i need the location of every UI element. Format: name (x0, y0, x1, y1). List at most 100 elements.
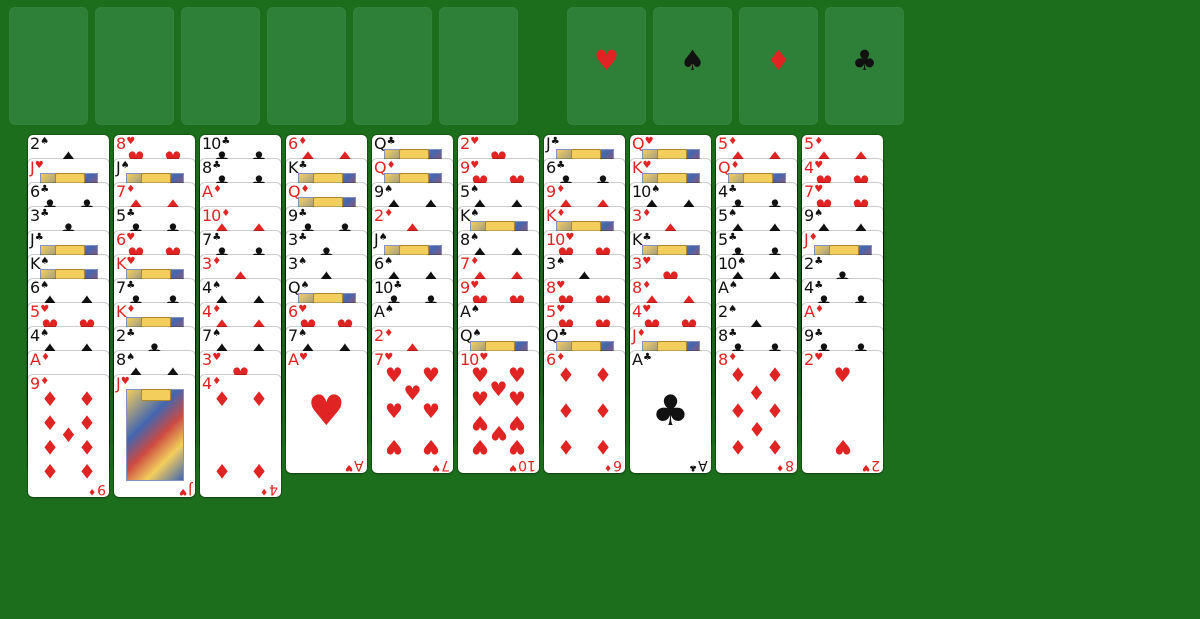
card-a-of-clubs[interactable]: A ♣ ♣ A ♣ (630, 351, 711, 473)
heart-pip-icon: ♥ (833, 435, 852, 459)
heart-pip-icon: ♥ (307, 386, 346, 435)
card-7-of-hearts[interactable]: 7 ♥ ♥ ♥ ♥ ♥ ♥ ♥ ♥ 7 ♥ (372, 351, 453, 473)
heart-pip-icon: ♥ (385, 399, 403, 423)
diamond-pip-icon: ♦ (747, 381, 766, 405)
diamond-pip-icon: ♦ (594, 363, 612, 387)
heart-icon: ♥ (593, 44, 620, 77)
heart-icon: ♥ (178, 486, 187, 496)
free-cell-2[interactable] (95, 7, 174, 125)
heart-pip-icon: ♥ (471, 435, 489, 459)
diamond-pip-icon: ♦ (557, 363, 575, 387)
foundation-2[interactable]: ♠ (653, 7, 732, 125)
diamond-icon: ♦ (604, 462, 613, 472)
card-index-bottom: 6 ♦ (604, 457, 622, 473)
card-pips: ♥♥ (802, 351, 883, 473)
card-index-bottom: 4 ♦ (260, 481, 278, 497)
card-4-of-diamonds[interactable]: 4 ♦ ♦ ♦ ♦ ♦ 4 ♦ (200, 375, 281, 497)
heart-pip-icon: ♥ (403, 381, 422, 405)
club-icon: ♣ (689, 462, 698, 472)
card-index-bottom: 2 ♥ (862, 457, 880, 473)
foundation-3[interactable]: ♦ (739, 7, 818, 125)
diamond-pip-icon: ♦ (729, 399, 747, 423)
spade-icon: ♠ (679, 44, 706, 77)
card-index-bottom: A ♥ (345, 457, 364, 473)
diamond-pip-icon: ♦ (78, 387, 96, 411)
card-pips: ♦ ♦ ♦ ♦ (200, 375, 281, 497)
diamond-pip-icon: ♦ (766, 363, 784, 387)
heart-pip-icon: ♥ (422, 435, 440, 459)
card-rank: 7 (441, 457, 450, 473)
card-2-of-hearts[interactable]: 2 ♥ ♥ ♥ 2 ♥ (802, 351, 883, 473)
free-cell-4[interactable] (267, 7, 346, 125)
card-pips: ♥♥♥♥♥♥♥ (372, 351, 453, 473)
diamond-pip-icon: ♦ (78, 411, 96, 435)
heart-pip-icon: ♥ (422, 399, 440, 423)
card-rank: A (698, 457, 708, 473)
card-rank: 9 (97, 481, 106, 497)
diamond-pip-icon: ♦ (594, 435, 612, 459)
heart-icon: ♥ (509, 462, 518, 472)
heart-pip-icon: ♥ (471, 387, 489, 411)
card-index-bottom: J ♥ (178, 481, 192, 497)
heart-pip-icon: ♥ (471, 411, 489, 435)
card-index-bottom: 7 ♥ (432, 457, 450, 473)
diamond-pip-icon: ♦ (59, 423, 78, 447)
foundation-4[interactable]: ♣ (825, 7, 904, 125)
diamond-icon: ♦ (260, 486, 269, 496)
card-8-of-diamonds[interactable]: 8 ♦ ♦ ♦ ♦ ♦ ♦ ♦ ♦ ♦ 8 ♦ (716, 351, 797, 473)
free-cell-5[interactable] (353, 7, 432, 125)
foundation-1[interactable]: ♥ (567, 7, 646, 125)
card-pips: ♥♥♥♥♥♥♥♥♥♥ (458, 351, 539, 473)
diamond-icon: ♦ (765, 44, 792, 77)
heart-icon: ♥ (862, 462, 871, 472)
card-rank: 2 (871, 457, 880, 473)
card-9-of-diamonds[interactable]: 9 ♦ ♦ ♦ ♦ ♦ ♦ ♦ ♦ ♦ ♦ 9 ♦ (28, 375, 109, 497)
card-pips: ♣ (630, 351, 711, 473)
card-pips (114, 375, 195, 497)
diamond-pip-icon: ♦ (766, 435, 784, 459)
free-cell-1[interactable] (9, 7, 88, 125)
diamond-pip-icon: ♦ (557, 399, 575, 423)
card-rank: 4 (269, 481, 278, 497)
card-pips: ♦♦♦♦♦♦♦♦ (716, 351, 797, 473)
card-pips: ♦♦♦♦♦♦♦♦♦ (28, 375, 109, 497)
diamond-icon: ♦ (88, 486, 97, 496)
free-cell-3[interactable] (181, 7, 260, 125)
diamond-pip-icon: ♦ (250, 387, 268, 411)
free-cell-6[interactable] (439, 7, 518, 125)
card-index-bottom: A ♣ (689, 457, 708, 473)
heart-icon: ♥ (345, 462, 354, 472)
diamond-pip-icon: ♦ (41, 435, 59, 459)
card-j-of-hearts[interactable]: J ♥ J ♥ (114, 375, 195, 497)
diamond-pip-icon: ♦ (78, 459, 96, 483)
card-rank: A (354, 457, 364, 473)
card-rank: 8 (785, 457, 794, 473)
diamond-pip-icon: ♦ (766, 399, 784, 423)
diamond-pip-icon: ♦ (250, 459, 268, 483)
card-rank: 6 (613, 457, 622, 473)
card-index-bottom: 9 ♦ (88, 481, 106, 497)
heart-icon: ♥ (432, 462, 441, 472)
diamond-pip-icon: ♦ (41, 459, 59, 483)
heart-pip-icon: ♥ (489, 377, 508, 401)
heart-pip-icon: ♥ (508, 411, 526, 435)
card-6-of-diamonds[interactable]: 6 ♦ ♦ ♦ ♦ ♦ ♦ ♦ 6 ♦ (544, 351, 625, 473)
diamond-pip-icon: ♦ (78, 435, 96, 459)
heart-pip-icon: ♥ (508, 387, 526, 411)
card-a-of-hearts[interactable]: A ♥ ♥ A ♥ (286, 351, 367, 473)
card-10-of-hearts[interactable]: 10 ♥ ♥ ♥ ♥ ♥ ♥ ♥ ♥ ♥ ♥ ♥ 10 ♥ (458, 351, 539, 473)
club-pip-icon: ♣ (651, 386, 690, 435)
diamond-pip-icon: ♦ (729, 363, 747, 387)
heart-pip-icon: ♥ (508, 363, 526, 387)
heart-pip-icon: ♥ (471, 363, 489, 387)
diamond-pip-icon: ♦ (557, 435, 575, 459)
diamond-pip-icon: ♦ (729, 435, 747, 459)
card-index-bottom: 10 ♥ (509, 457, 536, 473)
diamond-pip-icon: ♦ (213, 387, 231, 411)
heart-pip-icon: ♥ (508, 435, 526, 459)
diamond-icon: ♦ (776, 462, 785, 472)
heart-pip-icon: ♥ (385, 363, 403, 387)
heart-pip-icon: ♥ (385, 435, 403, 459)
club-icon: ♣ (851, 44, 878, 77)
diamond-pip-icon: ♦ (41, 387, 59, 411)
